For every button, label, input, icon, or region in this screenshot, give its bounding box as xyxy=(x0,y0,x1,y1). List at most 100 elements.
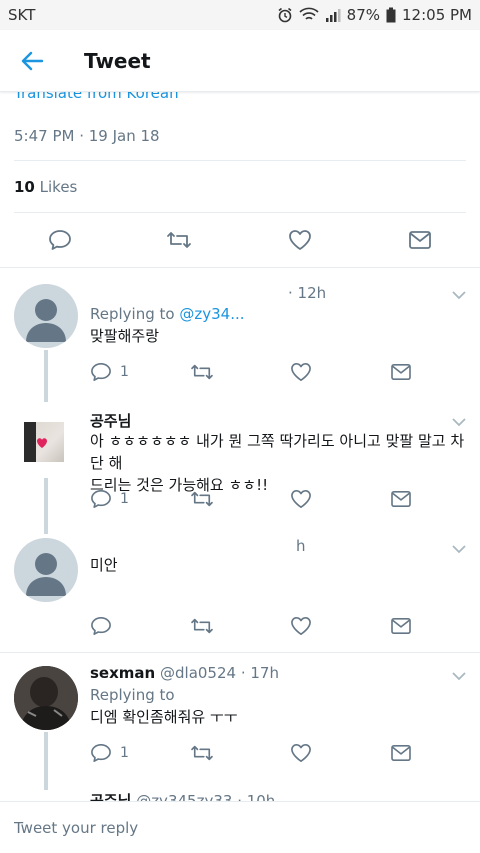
chevron-down-icon[interactable] xyxy=(452,671,466,681)
avatar[interactable] xyxy=(14,538,78,602)
arrow-left-icon xyxy=(21,51,43,70)
chevron-down-icon[interactable] xyxy=(452,544,466,554)
reply-text: 맞팔해주랑 xyxy=(90,327,160,345)
dm-button[interactable] xyxy=(390,490,412,508)
reply-text-line: 아 ㅎㅎㅎㅎㅎㅎ 내가 뭔 그쪽 딱가리도 아니고 맞팔 말고 차단 해 xyxy=(90,432,465,472)
default-profile-icon xyxy=(26,553,66,596)
main-tweet-actions xyxy=(48,229,432,251)
battery-percent: 87% xyxy=(346,6,381,24)
avatar[interactable] xyxy=(14,666,78,730)
reply-composer xyxy=(0,801,480,853)
retweet-icon xyxy=(191,364,213,380)
reply-button[interactable]: 1 xyxy=(90,743,190,763)
avatar[interactable] xyxy=(24,422,64,462)
heart-icon xyxy=(289,230,311,250)
replying-to: Replying to xyxy=(90,686,175,704)
wifi-icon xyxy=(299,7,319,20)
status-bar: SKT 87% 12:05 PM xyxy=(0,0,480,30)
retweet-icon xyxy=(191,618,213,634)
likes-number: 10 xyxy=(14,178,35,196)
divider xyxy=(0,652,480,653)
reply-time: · 12h xyxy=(288,284,327,302)
reply-text: 미안 xyxy=(90,556,118,574)
reply-count: 1 xyxy=(120,491,129,507)
retweet-button[interactable] xyxy=(190,489,290,509)
avatar[interactable] xyxy=(14,284,78,348)
reply-author-handle[interactable]: @dla0524 xyxy=(160,664,236,682)
retweet-button[interactable] xyxy=(190,362,290,382)
reply-text: 디엠 확인좀해줘유 ㅜㅜ xyxy=(90,708,238,726)
thread-line xyxy=(44,350,48,402)
reply-author-name[interactable]: sexman xyxy=(90,664,155,682)
reply-icon xyxy=(91,490,111,508)
retweet-icon xyxy=(167,232,191,248)
replying-to: Replying to @zy34... xyxy=(90,305,245,323)
page-title: Tweet xyxy=(84,48,151,73)
reply-actions xyxy=(90,616,412,636)
back-button[interactable] xyxy=(0,30,64,92)
heart-icon xyxy=(291,363,311,381)
likes-label: Likes xyxy=(39,178,78,196)
default-profile-icon xyxy=(26,299,66,342)
divider xyxy=(0,267,480,268)
dm-button[interactable] xyxy=(408,230,432,250)
heart-sticker-icon xyxy=(24,422,47,462)
reply-icon xyxy=(91,363,111,381)
reply-count: 1 xyxy=(120,364,129,380)
retweet-button[interactable] xyxy=(190,616,290,636)
heart-icon xyxy=(291,744,311,762)
reply-button[interactable]: 1 xyxy=(90,362,190,382)
retweet-icon xyxy=(191,745,213,761)
dm-button[interactable] xyxy=(390,617,412,635)
envelope-icon xyxy=(391,490,411,508)
replying-prefix: Replying to xyxy=(90,305,175,323)
tweet-detail-screen: SKT 87% 12:05 PM Tweet Translate from Ko… xyxy=(0,0,480,853)
alarm-icon xyxy=(278,7,292,23)
dm-button[interactable] xyxy=(390,744,412,762)
tweet-timestamp: 5:47 PM · 19 Jan 18 xyxy=(14,127,160,145)
reply-actions: 1 xyxy=(90,362,412,382)
retweet-button[interactable] xyxy=(166,229,288,251)
status-icons: 87% 12:05 PM xyxy=(277,6,472,24)
retweet-button[interactable] xyxy=(190,743,290,763)
reply-actions: 1 xyxy=(90,743,412,763)
app-bar: Tweet xyxy=(0,30,480,92)
reply-icon xyxy=(91,617,111,635)
replying-prefix: Replying to xyxy=(90,686,175,704)
reply-input[interactable] xyxy=(14,818,454,837)
mention-link[interactable]: @zy34... xyxy=(179,305,244,323)
envelope-icon xyxy=(391,744,411,762)
signal-icon xyxy=(325,9,341,22)
reply-button[interactable] xyxy=(48,229,166,251)
likes-count[interactable]: 10 Likes xyxy=(14,178,77,196)
chevron-down-icon[interactable] xyxy=(452,417,466,427)
profile-photo-icon xyxy=(14,666,78,730)
divider xyxy=(14,160,466,161)
reply-icon xyxy=(49,230,71,250)
envelope-icon xyxy=(409,231,431,249)
heart-icon xyxy=(291,617,311,635)
reply-actions: 1 xyxy=(90,489,412,509)
reply-text: 아 ㅎㅎㅎㅎㅎㅎ 내가 뭔 그쪽 딱가리도 아니고 맞팔 말고 차단 해 드리는… xyxy=(90,430,470,496)
divider xyxy=(14,212,466,213)
like-button[interactable] xyxy=(288,229,408,251)
heart-icon xyxy=(291,490,311,508)
thread-line xyxy=(44,732,48,790)
like-button[interactable] xyxy=(290,743,390,763)
chevron-down-icon[interactable] xyxy=(452,290,466,300)
reply-header: sexman @dla0524 · 17h xyxy=(90,664,279,682)
reply-author-name[interactable]: 공주님 xyxy=(90,410,131,431)
retweet-icon xyxy=(191,491,213,507)
like-button[interactable] xyxy=(290,362,390,382)
reply-button[interactable] xyxy=(90,616,190,636)
envelope-icon xyxy=(391,617,411,635)
reply-time: h xyxy=(296,537,306,555)
reply-count: 1 xyxy=(120,745,129,761)
dm-button[interactable] xyxy=(390,363,412,381)
carrier-label: SKT xyxy=(8,6,36,24)
reply-button[interactable]: 1 xyxy=(90,489,190,509)
like-button[interactable] xyxy=(290,616,390,636)
reply-time: · 17h xyxy=(240,664,279,682)
clock: 12:05 PM xyxy=(402,6,472,24)
like-button[interactable] xyxy=(290,489,390,509)
